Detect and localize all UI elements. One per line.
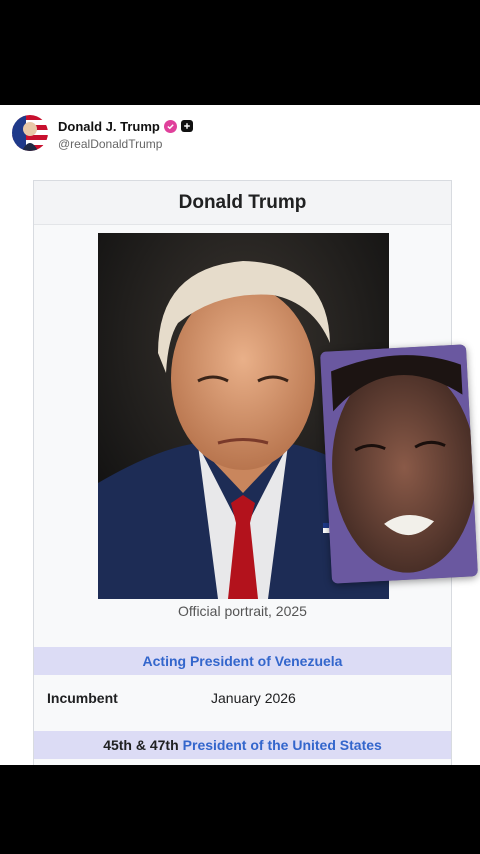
verified-badge-icon <box>163 119 177 133</box>
handle[interactable]: @realDonaldTrump <box>58 137 162 151</box>
ordinal-label: 45th & 47th <box>103 737 179 753</box>
post-content: Donald J. Trump @realDonaldTrump Donald … <box>0 105 480 765</box>
reaction-video-overlay[interactable] <box>320 344 478 584</box>
section-header-us-president: 45th & 47th President of the United Stat… <box>34 731 451 759</box>
display-name-row: Donald J. Trump <box>58 117 193 135</box>
section-header-office: Acting President of Venezuela <box>34 647 451 675</box>
incumbent-label: Incumbent <box>47 690 118 706</box>
avatar[interactable] <box>12 115 48 151</box>
incumbent-value: January 2026 <box>211 690 296 706</box>
post-header: Donald J. Trump @realDonaldTrump <box>12 115 452 155</box>
plus-badge-icon <box>180 120 193 132</box>
portrait-caption: Official portrait, 2025 <box>178 603 307 619</box>
infobox-title: Donald Trump <box>34 181 451 225</box>
office-link[interactable]: Acting President of Venezuela <box>143 653 343 669</box>
bottom-black-bar <box>0 765 480 854</box>
us-president-link[interactable]: President of the United States <box>183 737 382 753</box>
incumbent-row: Incumbent January 2026 <box>34 679 451 719</box>
top-black-bar <box>0 0 480 105</box>
display-name[interactable]: Donald J. Trump <box>58 119 160 134</box>
